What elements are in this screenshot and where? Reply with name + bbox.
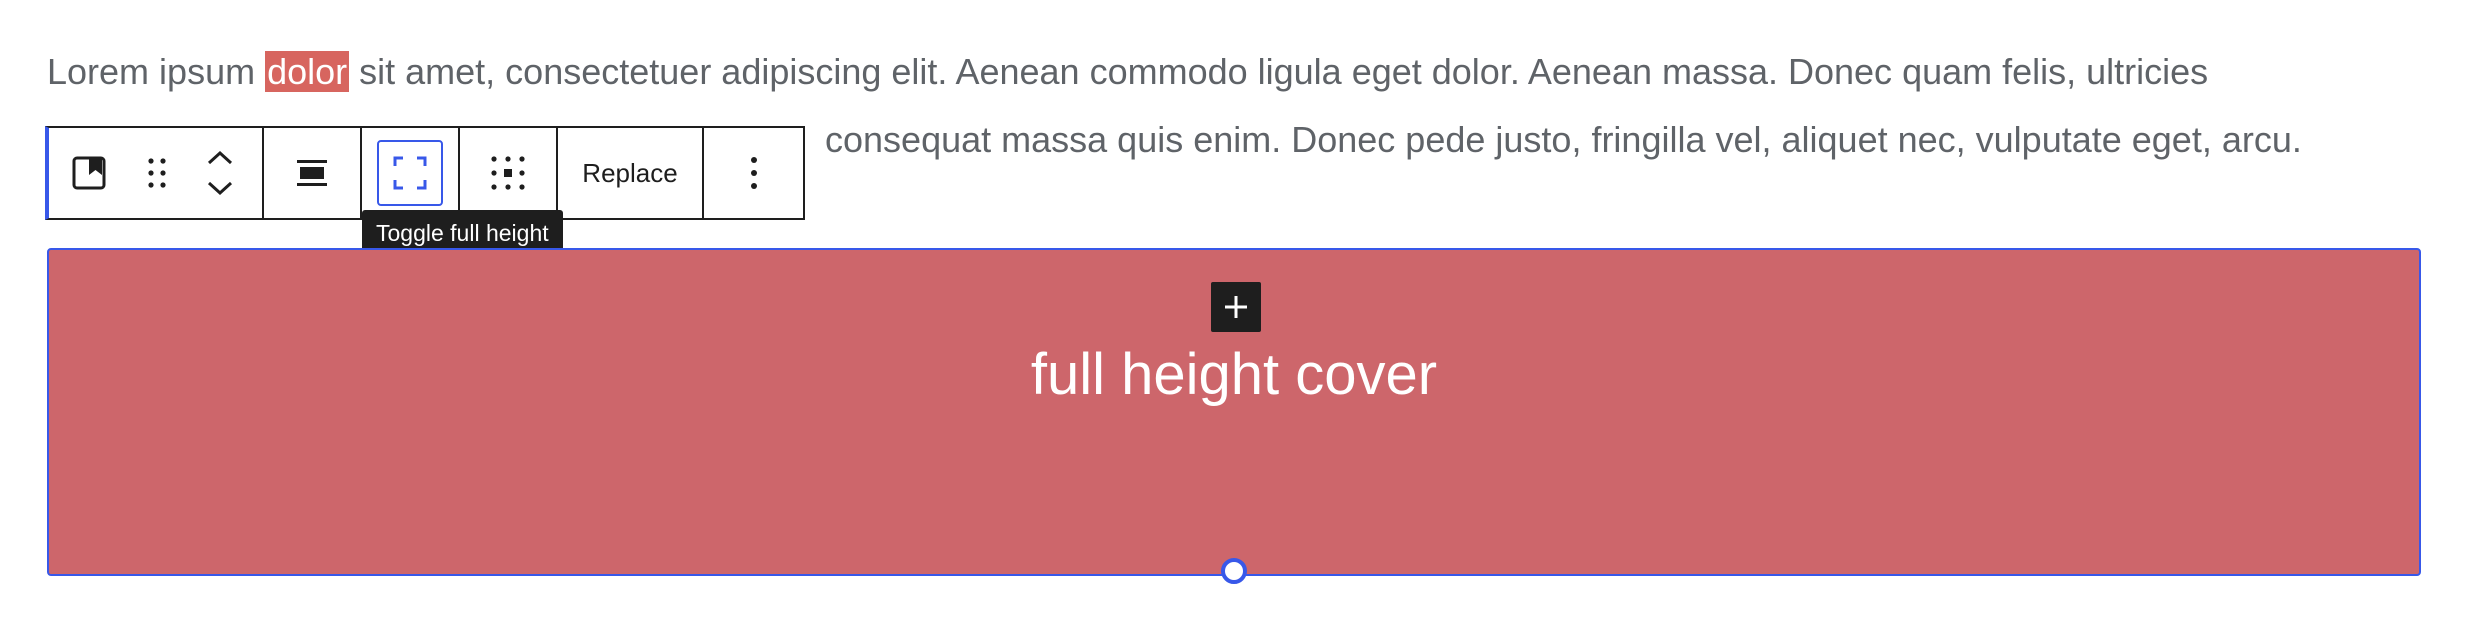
align-wide-icon [297,160,327,186]
cover-block-icon [72,156,106,190]
full-height-icon [393,156,427,190]
block-inserter-button[interactable] [1211,282,1261,332]
drag-handle-button[interactable] [129,128,185,218]
toolbar-position-group [460,128,558,218]
toolbar-replace-group: Replace [558,128,704,218]
toolbar-more-group [704,128,803,218]
block-mover [185,128,255,218]
plus-icon [1225,296,1247,318]
paragraph-line-2-visible: consequat massa quis enim. Donec pede ju… [825,119,2302,160]
selected-text-highlight: dolor [265,51,350,92]
align-button[interactable] [296,157,328,189]
more-options-button[interactable] [750,156,758,190]
content-position-icon [491,156,525,190]
chevron-down-icon[interactable] [206,180,234,196]
toggle-full-height-button[interactable] [377,140,443,206]
cover-block[interactable]: full height cover [47,248,2421,596]
paragraph-text-after: sit amet, consectetuer adipiscing elit. … [349,51,2209,92]
chevron-up-icon[interactable] [206,150,234,166]
toolbar-align-group [264,128,362,218]
paragraph-line-1: Lorem ipsum dolor sit amet, consectetuer… [47,38,2427,106]
replace-button[interactable]: Replace [582,158,677,189]
block-toolbar: Replace [45,126,805,220]
paragraph-text-before: Lorem ipsum [47,51,266,92]
resize-handle[interactable] [1221,558,1247,584]
toolbar-block-group [49,128,264,218]
block-type-button[interactable] [49,128,129,218]
cover-title[interactable]: full height cover [49,340,2419,410]
more-vertical-icon [750,157,757,189]
content-position-button[interactable] [490,155,526,191]
drag-handle-icon [148,158,166,188]
toolbar-full-height-group [362,128,460,218]
